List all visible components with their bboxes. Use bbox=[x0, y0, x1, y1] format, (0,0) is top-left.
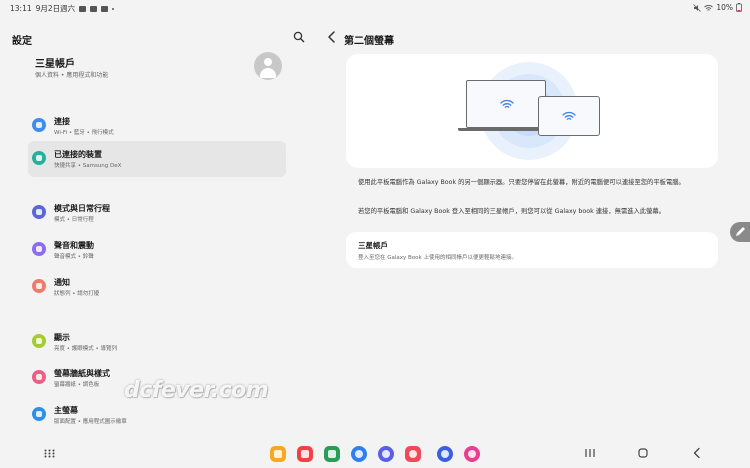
my-files-app[interactable] bbox=[270, 446, 286, 462]
settings-item-sub: 模式 • 日常行程 bbox=[54, 217, 94, 223]
settings-item-notifications[interactable]: 通知 狀態列 • 請勿打擾 bbox=[28, 269, 286, 305]
settings-item-sounds[interactable]: 聲音和震動 聲音模式 • 鈴聲 bbox=[28, 232, 286, 268]
wifi-icon bbox=[500, 99, 514, 108]
pen-icon bbox=[736, 227, 745, 236]
settings-item-sub: 亮度 • 護眼模式 • 導覽列 bbox=[54, 346, 117, 352]
connected-devices-icon bbox=[32, 151, 46, 165]
account-card-sub: 登入至您在 Galaxy Book 上使用的相同帳戶以便更輕鬆地連接。 bbox=[358, 255, 517, 261]
check-notification-icon bbox=[90, 5, 98, 12]
battery-icon bbox=[736, 3, 742, 12]
status-time: 13:11 bbox=[10, 4, 32, 13]
apps-grid-icon[interactable] bbox=[44, 449, 55, 458]
settings-item-label: 聲音和震動 bbox=[54, 241, 94, 250]
settings-item-sub: 聲音模式 • 鈴聲 bbox=[54, 254, 94, 260]
account-name: 三星帳戶 bbox=[35, 59, 75, 70]
internet-app[interactable] bbox=[378, 446, 394, 462]
settings-item-sub: 快捷共享 • Samsung DeX bbox=[54, 163, 122, 169]
settings-item-sub: 狀態列 • 請勿打擾 bbox=[54, 291, 100, 297]
settings-item-display[interactable]: 顯示 亮度 • 護眼模式 • 導覽列 bbox=[28, 324, 286, 360]
account-sub: 個人資料 • 應用程式和功能 bbox=[35, 72, 109, 79]
settings-item-label: 通知 bbox=[54, 278, 70, 287]
status-bar: 13:11 9月2日週六 10% bbox=[0, 0, 750, 14]
tablet-icon bbox=[538, 96, 600, 136]
youtube-notification-icon bbox=[101, 5, 109, 12]
settings-item-label: 顯示 bbox=[54, 333, 70, 342]
settings-item-label: 已連接的裝置 bbox=[54, 150, 102, 159]
samsung-account-card[interactable]: 三星帳戶 登入至您在 Galaxy Book 上使用的相同帳戶以便更輕鬆地連接。 bbox=[346, 232, 718, 268]
gallery-notification-icon bbox=[79, 5, 87, 12]
settings-item-label: 主螢幕 bbox=[54, 406, 78, 415]
settings-item-sub: Wi-Fi • 藍牙 • 飛行模式 bbox=[54, 130, 114, 136]
back-nav-button[interactable] bbox=[690, 447, 704, 459]
settings-item-connected-devices[interactable]: 已連接的裝置 快捷共享 • Samsung DeX bbox=[28, 141, 286, 177]
back-button[interactable] bbox=[326, 30, 338, 44]
description-text-2: 若您的平板電腦和 Galaxy Book 登入至相同的三星帳戶，則您可以從 Ga… bbox=[358, 208, 666, 215]
status-date: 9月2日週六 bbox=[35, 4, 76, 13]
laptop-icon bbox=[466, 80, 546, 128]
page-title: 第二個螢幕 bbox=[344, 36, 394, 47]
settings-item-connections[interactable]: 連接 Wi-Fi • 藍牙 • 飛行模式 bbox=[28, 108, 286, 144]
settings-item-label: 模式與日常行程 bbox=[54, 204, 110, 213]
more-notifications-icon bbox=[112, 7, 115, 10]
settings-item-modes-routines[interactable]: 模式與日常行程 模式 • 日常行程 bbox=[28, 195, 286, 231]
search-icon[interactable] bbox=[293, 31, 305, 43]
calendar-app[interactable] bbox=[324, 446, 340, 462]
home-screen-icon bbox=[32, 407, 46, 421]
settings-item-label: 螢幕牆紙與樣式 bbox=[54, 369, 110, 378]
account-card-title: 三星帳戶 bbox=[358, 241, 388, 250]
camera-app[interactable] bbox=[405, 446, 421, 462]
settings-list-pane: 設定 三星帳戶 個人資料 • 應用程式和功能 連接 Wi-Fi • 藍牙 • 飛… bbox=[0, 14, 318, 438]
battery-percent: 10% bbox=[716, 3, 733, 12]
home-button[interactable] bbox=[636, 447, 650, 459]
taskbar bbox=[0, 438, 750, 468]
wallpaper-icon bbox=[32, 370, 46, 384]
detail-pane: 第二個螢幕 使用此平板電腦作為 Galaxy Book 的另一個顯示器。只要您停… bbox=[318, 14, 750, 438]
notes-app[interactable] bbox=[297, 446, 313, 462]
samsung-account-item[interactable]: 三星帳戶 個人資料 • 應用程式和功能 bbox=[28, 50, 286, 84]
settings-item-label: 連接 bbox=[54, 117, 70, 126]
modes-icon bbox=[32, 205, 46, 219]
sound-icon bbox=[32, 242, 46, 256]
wifi-icon bbox=[32, 118, 46, 132]
recents-button[interactable] bbox=[583, 447, 597, 459]
second-screen-illustration bbox=[346, 54, 718, 168]
blossom-app[interactable] bbox=[464, 446, 480, 462]
settings-item-sub: 螢幕牆紙 • 調色板 bbox=[54, 382, 100, 388]
wifi-icon bbox=[562, 111, 576, 120]
watermark: dcfever.com bbox=[124, 378, 269, 403]
clock-app[interactable] bbox=[437, 446, 453, 462]
avatar bbox=[254, 52, 282, 80]
messages-app[interactable] bbox=[351, 446, 367, 462]
settings-title: 設定 bbox=[12, 36, 32, 47]
display-icon bbox=[32, 334, 46, 348]
notification-icon bbox=[32, 279, 46, 293]
mute-icon bbox=[693, 3, 702, 12]
edit-pen-button[interactable] bbox=[730, 222, 750, 242]
settings-item-sub: 版面配置 • 應用程式圖示徽章 bbox=[54, 419, 127, 425]
description-text: 使用此平板電腦作為 Galaxy Book 的另一個顯示器。只要您停留在此螢幕，… bbox=[358, 179, 685, 186]
wifi-status-icon bbox=[704, 4, 714, 11]
